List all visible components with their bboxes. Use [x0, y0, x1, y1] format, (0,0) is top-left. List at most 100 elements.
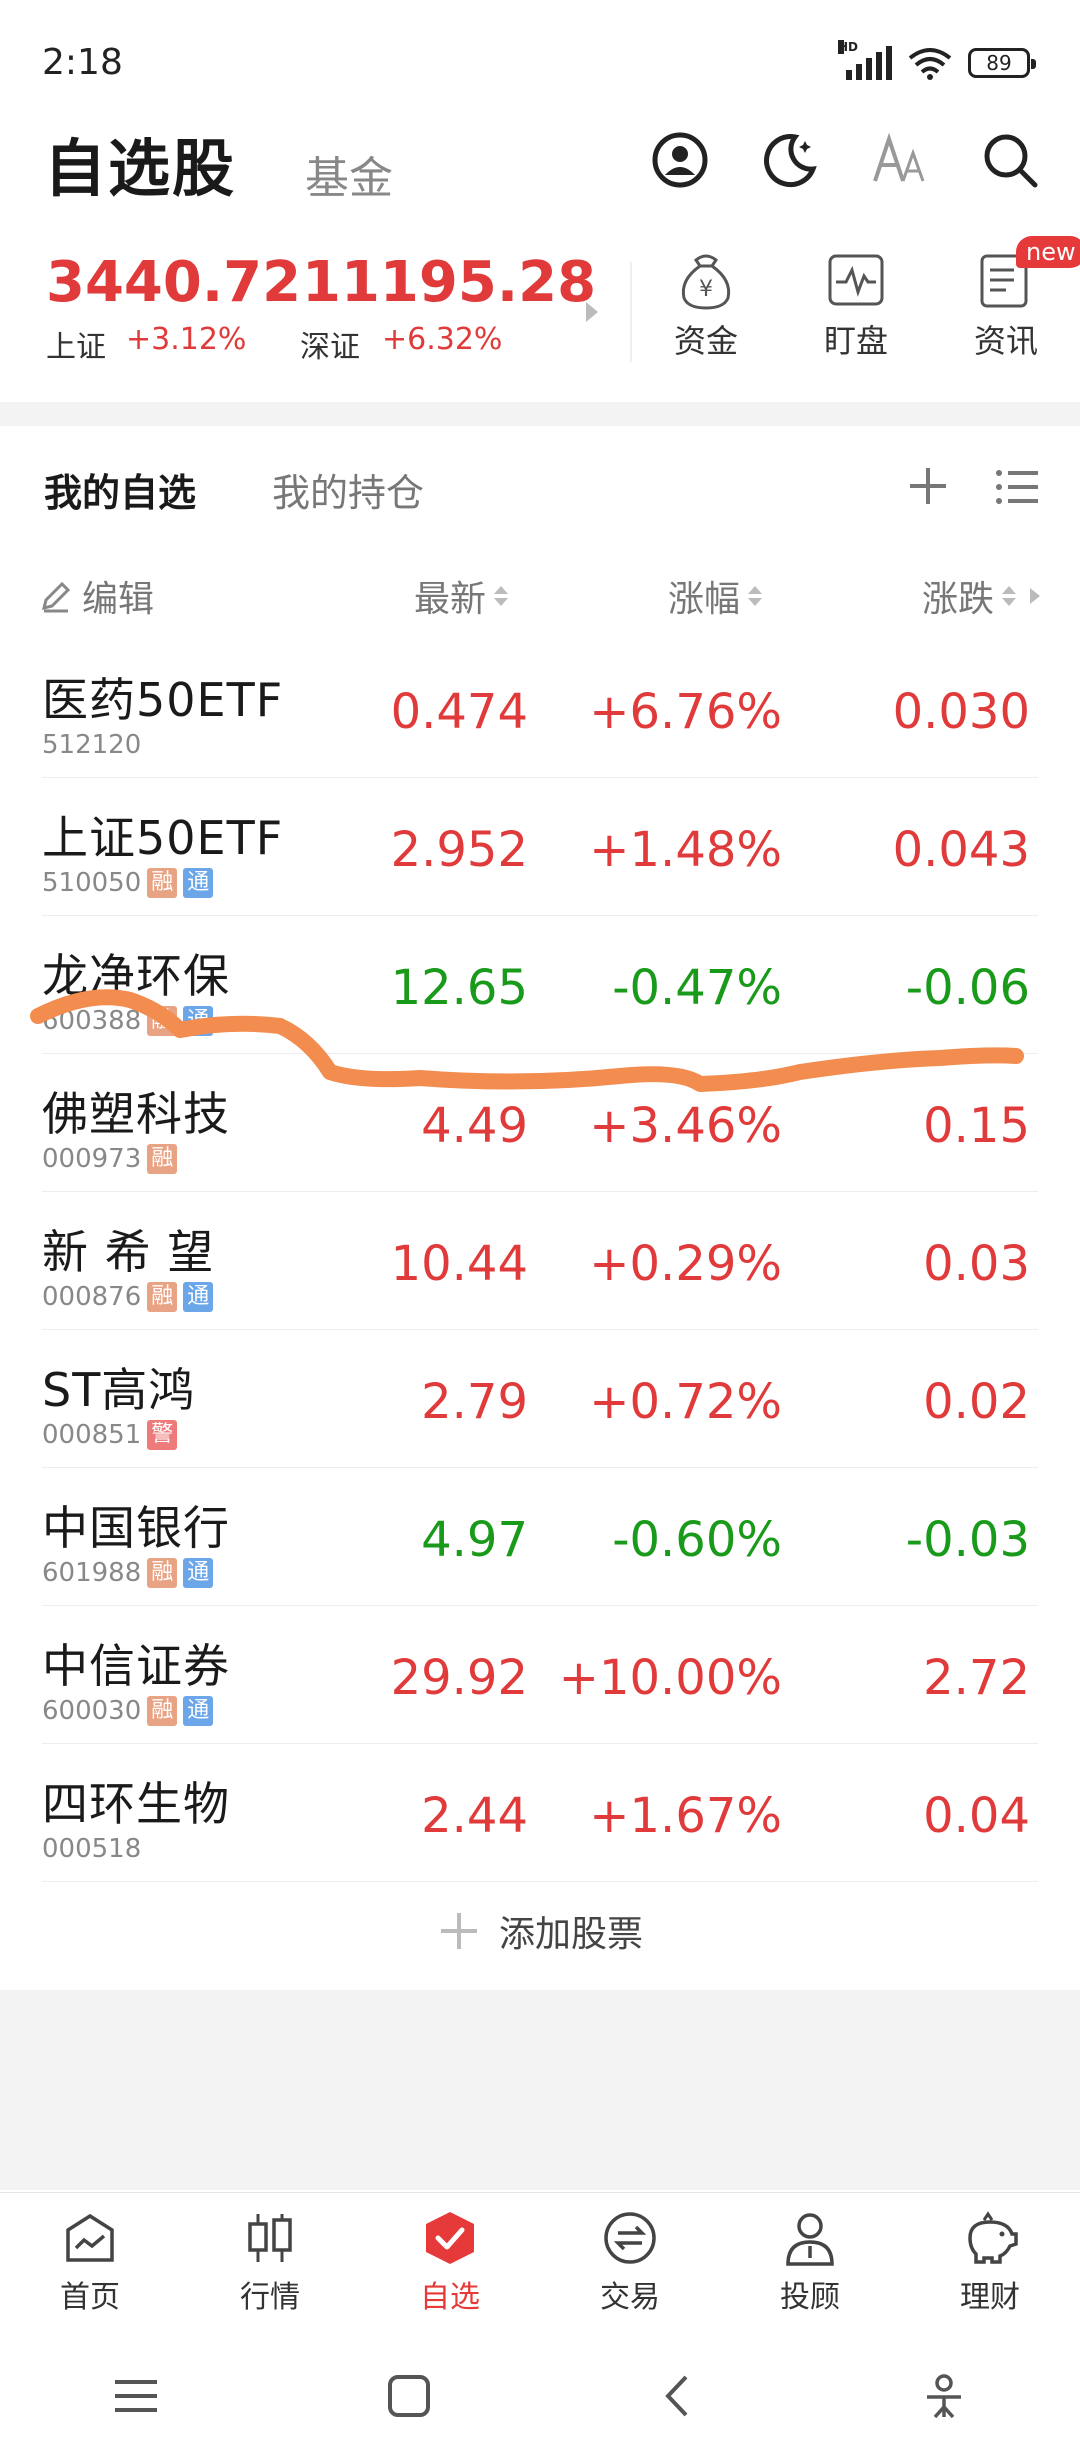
nav-label: 行情	[240, 2280, 300, 2315]
tool-monitor[interactable]: 盯盘	[796, 250, 916, 362]
col-change-label: 涨跌	[922, 579, 995, 620]
candlestick-icon	[248, 2214, 292, 2262]
stock-price: 2.79	[421, 1374, 528, 1430]
nav-home[interactable]: 首页	[0, 2193, 180, 2333]
tab-my-holdings[interactable]: 我的持仓	[272, 462, 424, 517]
index-sh-name: 上证	[46, 330, 106, 365]
stock-code-line: 512120	[42, 730, 141, 760]
stock-name: 四环生物	[42, 1777, 230, 1831]
exchange-icon	[604, 2212, 656, 2264]
svg-text:¥: ¥	[699, 277, 713, 302]
stock-row[interactable]: 中信证券 600030 融 通 29.92 +10.00% 2.72	[0, 1606, 1080, 1744]
wifi-icon	[908, 48, 952, 80]
add-icon[interactable]	[904, 462, 952, 514]
margin-tag: 融	[147, 868, 178, 898]
margin-tag: 融	[147, 1144, 178, 1174]
connect-tag: 通	[183, 1558, 214, 1588]
tab-my-watchlist[interactable]: 我的自选	[44, 462, 196, 517]
stock-code: 000518	[42, 1834, 142, 1864]
edit-icon	[41, 581, 71, 613]
add-stock-label: 添加股票	[498, 1914, 643, 1955]
stock-pct: +10.00%	[558, 1650, 782, 1706]
status-icons: HD 89	[838, 40, 1036, 80]
nav-trade[interactable]: 交易	[540, 2193, 720, 2333]
stock-code-line: 000876 融 通	[42, 1282, 214, 1312]
stock-name: 医药50ETF	[42, 673, 284, 727]
tool-news[interactable]: new 资讯	[946, 236, 1080, 362]
nav-label: 理财	[960, 2280, 1020, 2315]
tab-fund[interactable]: 基金	[305, 142, 393, 206]
nav-market[interactable]: 行情	[180, 2193, 360, 2333]
stock-change: 0.02	[923, 1374, 1030, 1430]
connect-tag: 通	[183, 1282, 214, 1312]
assistant-icon[interactable]	[919, 2371, 969, 2421]
sort-icon	[748, 586, 763, 606]
stock-row[interactable]: ST高鸿 000851 警 2.79 +0.72% 0.02	[0, 1330, 1080, 1468]
tool-funds[interactable]: ¥ 资金	[646, 250, 766, 362]
advisor-icon	[786, 2213, 834, 2266]
index-sz-name: 深证	[300, 330, 360, 365]
system-nav-bar	[0, 2332, 1080, 2460]
add-stock-button[interactable]: 添加股票	[0, 1905, 1080, 1957]
plus-icon	[440, 1913, 477, 1949]
margin-tag: 融	[147, 1558, 178, 1588]
stock-code: 512120	[42, 730, 142, 760]
more-indices-icon[interactable]	[586, 302, 598, 322]
nav-watchlist[interactable]: 自选	[360, 2193, 540, 2333]
connect-tag: 通	[183, 1696, 214, 1726]
edit-button[interactable]: 编辑	[38, 570, 154, 622]
menu-icon[interactable]	[111, 2374, 161, 2418]
stock-code-line: 000518	[42, 1834, 141, 1864]
stock-code: 600030	[42, 1696, 142, 1726]
sort-icon	[1002, 586, 1017, 606]
nav-label: 投顾	[780, 2280, 840, 2315]
night-mode-icon[interactable]	[758, 128, 822, 192]
money-bag-icon: ¥	[681, 254, 731, 310]
tool-funds-label: 资金	[673, 322, 738, 360]
index-sz-pct: +6.32%	[382, 322, 503, 357]
stock-change: 2.72	[923, 1650, 1030, 1706]
nav-advisor[interactable]: 投顾	[720, 2193, 900, 2333]
stock-row[interactable]: 中国银行 601988 融 通 4.97 -0.60% -0.03	[0, 1468, 1080, 1606]
stock-name: 中信证券	[42, 1639, 230, 1693]
stock-price: 4.97	[421, 1512, 528, 1568]
stock-row[interactable]: 医药50ETF 512120 0.474 +6.76% 0.030	[0, 640, 1080, 778]
stock-change: 0.030	[892, 684, 1030, 740]
stock-code: 000851	[42, 1420, 142, 1450]
connect-tag: 通	[183, 868, 214, 898]
index-sz-value[interactable]: 11195.28	[302, 250, 596, 315]
col-change[interactable]: 涨跌	[922, 570, 1041, 622]
bottom-nav: 首页 行情 自选 交易 投顾 理财	[0, 2192, 1080, 2333]
search-icon[interactable]	[978, 128, 1042, 192]
col-pct[interactable]: 涨幅	[668, 570, 763, 622]
battery-icon: 89	[968, 48, 1036, 78]
monitor-chart-icon	[828, 254, 884, 306]
stock-pct: +6.76%	[589, 684, 782, 740]
stock-price: 10.44	[390, 1236, 528, 1292]
index-sh-value[interactable]: 3440.72	[46, 250, 301, 315]
stock-name: 中国银行	[42, 1501, 230, 1555]
piggy-bank-icon	[968, 2211, 1018, 2264]
stock-code: 000973	[42, 1144, 142, 1174]
stock-row[interactable]: 四环生物 000518 2.44 +1.67% 0.04	[0, 1744, 1080, 1882]
col-latest[interactable]: 最新	[414, 570, 509, 622]
stock-code: 601988	[42, 1558, 142, 1588]
list-menu-icon[interactable]	[994, 464, 1040, 514]
stock-change: 0.043	[892, 822, 1030, 878]
home-square-icon[interactable]	[384, 2371, 434, 2421]
scroll-right-icon[interactable]	[1030, 588, 1041, 604]
stock-price: 29.92	[390, 1650, 528, 1706]
font-size-icon[interactable]	[868, 128, 932, 192]
stock-row[interactable]: 新 希 望 000876 融 通 10.44 +0.29% 0.03	[0, 1192, 1080, 1330]
back-icon[interactable]	[656, 2371, 696, 2421]
stock-pct: +1.48%	[589, 822, 782, 878]
edit-label: 编辑	[82, 579, 155, 620]
stock-change: -0.03	[905, 1512, 1030, 1568]
margin-tag: 融	[147, 1282, 178, 1312]
user-icon[interactable]	[648, 128, 712, 192]
stock-row[interactable]: 上证50ETF 510050 融 通 2.952 +1.48% 0.043	[0, 778, 1080, 916]
nav-wealth[interactable]: 理财	[900, 2193, 1080, 2333]
stock-name: 新 希 望	[42, 1225, 215, 1279]
sort-icon	[494, 586, 509, 606]
stock-code-line: 000973 融	[42, 1144, 178, 1174]
